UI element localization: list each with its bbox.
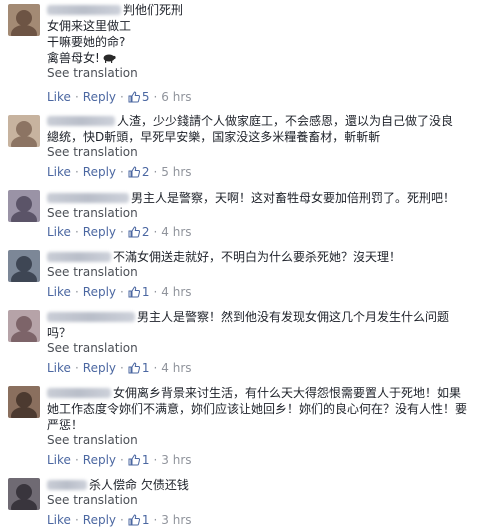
see-translation-link[interactable]: See translation	[47, 493, 477, 508]
comment-timestamp[interactable]: 3 hrs	[161, 513, 191, 527]
separator-dot: ·	[120, 513, 124, 527]
comment-actions: Like · Reply · 1 · 3 hrs	[47, 512, 192, 528]
like-button[interactable]: Like	[47, 513, 71, 527]
commenter-name-redacted[interactable]	[47, 480, 87, 490]
comment-item: 杀人偿命 欠债还钱 See translation Like · Reply · 1 · 3 h…	[0, 0, 489, 528]
separator-dot: ·	[74, 513, 79, 527]
avatar-head	[16, 484, 32, 500]
separator-dot: ·	[153, 513, 158, 527]
reply-button[interactable]: Reply	[83, 513, 116, 527]
avatar[interactable]	[8, 478, 40, 510]
comment-text: 杀人偿命 欠债还钱	[89, 478, 189, 492]
comment-first-line: 杀人偿命 欠债还钱	[47, 477, 477, 493]
avatar-shoulders	[11, 499, 37, 510]
thumbs-up-icon[interactable]	[128, 514, 140, 526]
comment-thread: 判他们死刑 女佣来这里做工 干嘛要她的命? 禽兽母女! See translation L…	[0, 0, 489, 528]
comment-body: 杀人偿命 欠债还钱 See translation	[47, 477, 477, 508]
